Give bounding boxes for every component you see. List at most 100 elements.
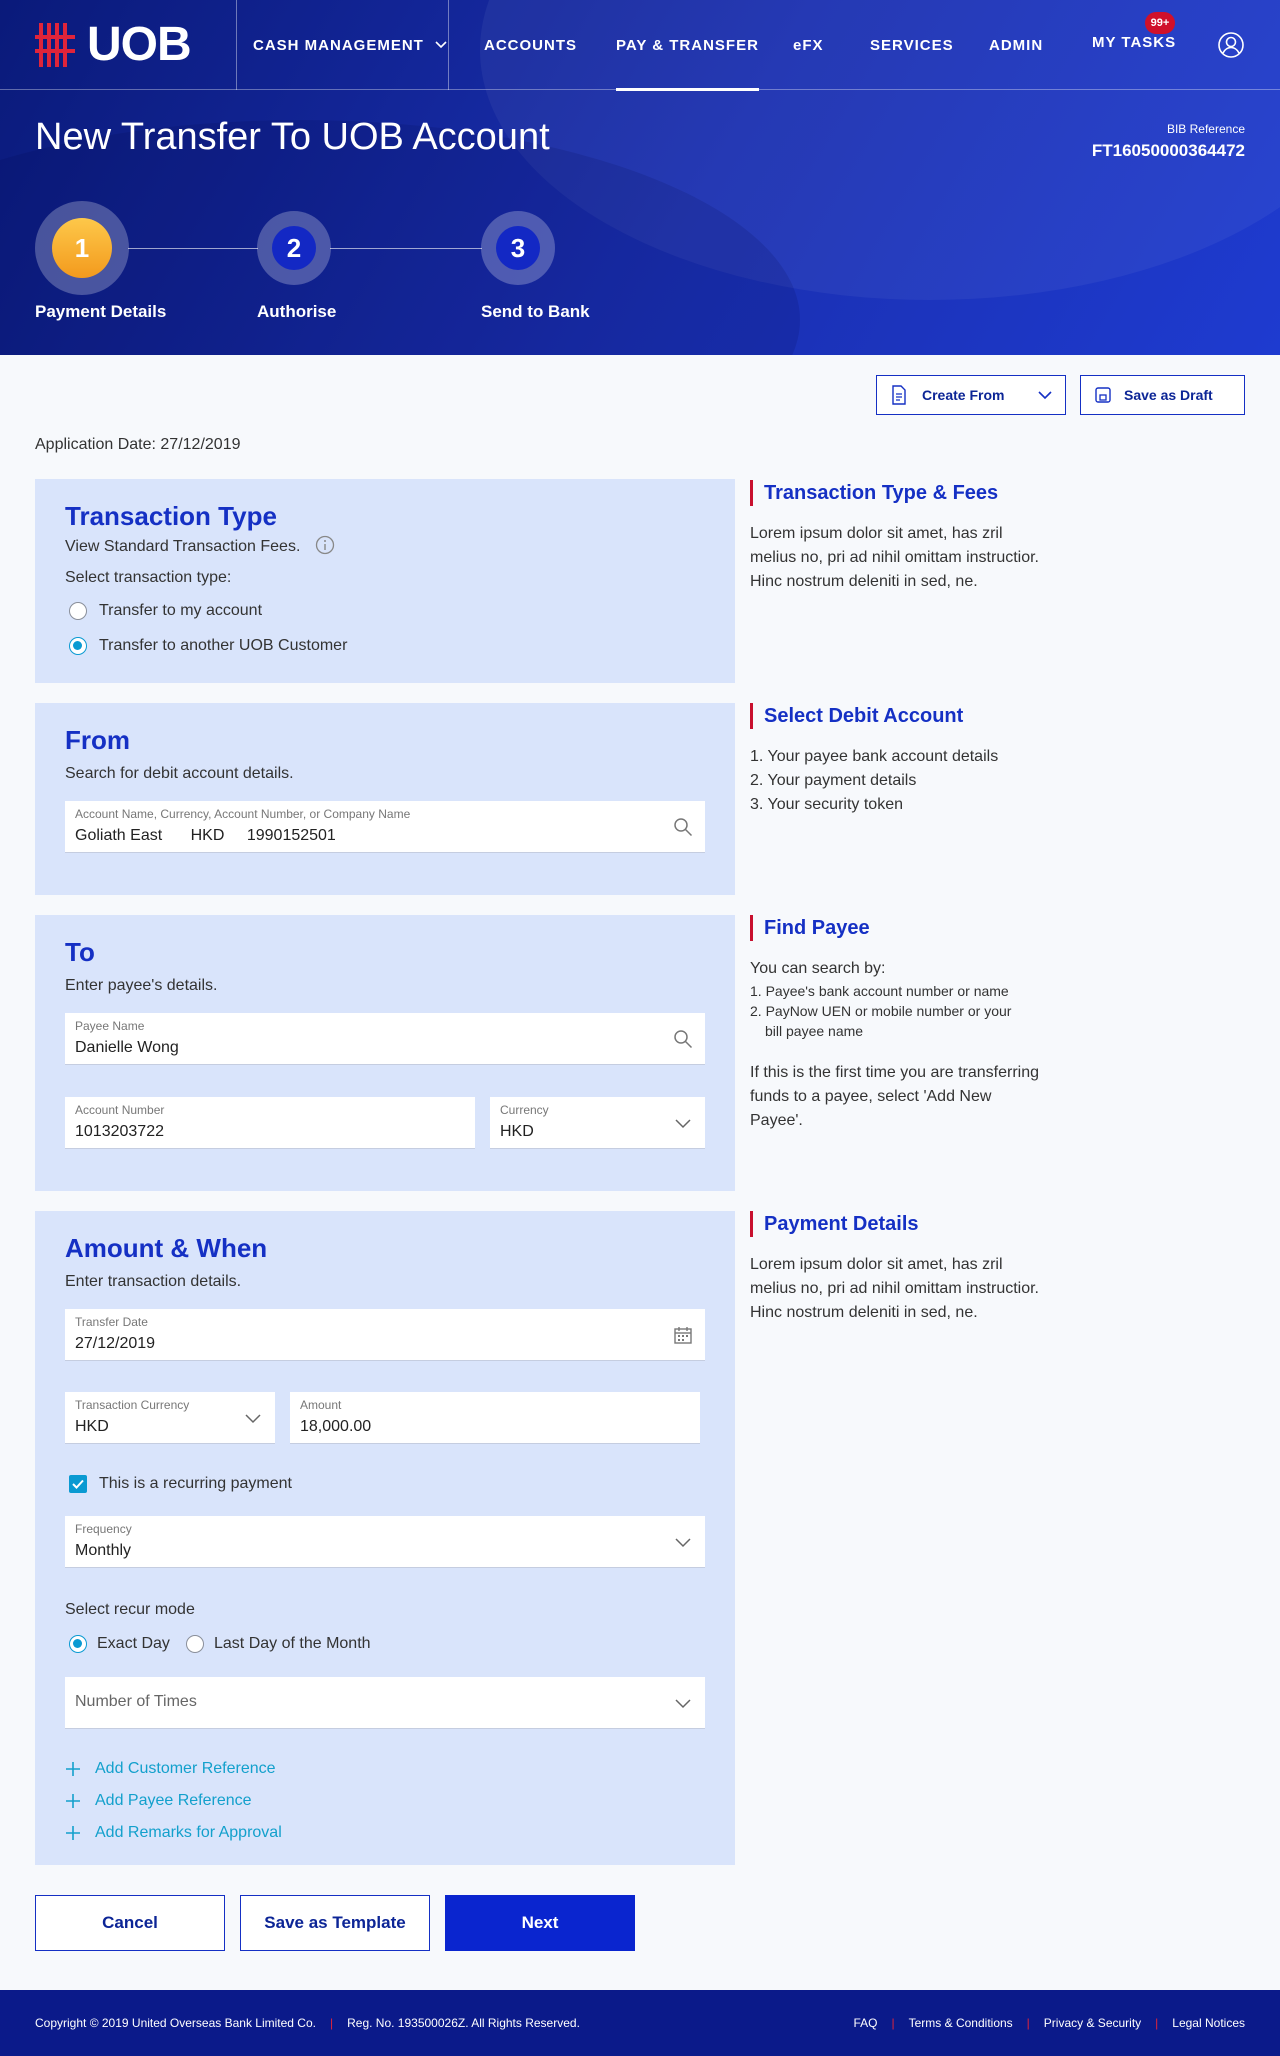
nav-divider	[448, 0, 449, 90]
nav-efx[interactable]: eFX	[793, 0, 824, 90]
step-2: 2	[257, 211, 331, 285]
bib-reference-value: FT16050000364472	[1091, 141, 1245, 160]
help-item: 3. Your security token	[750, 796, 903, 813]
search-icon[interactable]	[673, 1029, 693, 1049]
add-payee-reference-link[interactable]: Add Payee Reference	[65, 1792, 252, 1810]
footer-divider: |	[891, 2016, 895, 2030]
help-payment-details: Payment Details Lorem ipsum dolor sit am…	[750, 1211, 1040, 1325]
help-title: Payment Details	[750, 1211, 1040, 1237]
document-icon	[892, 385, 906, 405]
help-text: Lorem ipsum dolor sit amet, has zril mel…	[750, 1256, 1039, 1321]
amount-field[interactable]: Amount 18,000.00	[290, 1392, 700, 1444]
radio-label: Transfer to another UOB Customer	[99, 637, 348, 654]
radio-last-day[interactable]: Last Day of the Month	[186, 1635, 371, 1653]
debit-account-search[interactable]: Account Name, Currency, Account Number, …	[65, 801, 705, 853]
help-title: Find Payee	[750, 915, 1040, 941]
chevron-down-icon	[675, 1699, 691, 1709]
nav-cash-management[interactable]: CASH MANAGEMENT	[253, 0, 448, 90]
help-item: 1. Payee's bank account number or name	[750, 983, 1009, 999]
card-subtitle: Enter payee's details.	[65, 977, 218, 994]
amount-when-card: Amount & When Enter transaction details.…	[35, 1211, 735, 1865]
help-transaction-type: Transaction Type & Fees Lorem ipsum dolo…	[750, 480, 1040, 594]
from-card: From Search for debit account details. A…	[35, 703, 735, 895]
recur-mode-label: Select recur mode	[65, 1601, 195, 1618]
uob-logo[interactable]: UOB	[35, 18, 192, 71]
cancel-button[interactable]: Cancel	[35, 1895, 225, 1951]
footer-divider: |	[1155, 2016, 1159, 2030]
chevron-down-icon	[675, 1538, 691, 1548]
fees-label: View Standard Transaction Fees.	[65, 538, 301, 555]
nav-services[interactable]: SERVICES	[870, 0, 954, 90]
uob-logo-icon	[35, 23, 75, 67]
transfer-date-field[interactable]: Transfer Date 27/12/2019	[65, 1309, 705, 1361]
save-icon	[1095, 387, 1111, 403]
field-value: Danielle Wong	[75, 1039, 179, 1056]
help-item: bill payee name	[765, 1023, 864, 1039]
footer-reg: Reg. No. 193500026Z. All Rights Reserved…	[347, 2016, 580, 2030]
account-name: Goliath East	[75, 827, 163, 844]
number-of-times-select[interactable]: Number of Times	[65, 1677, 705, 1729]
transaction-currency-select[interactable]: Transaction Currency HKD	[65, 1392, 275, 1444]
save-draft-button[interactable]: Save as Draft	[1080, 375, 1245, 415]
frequency-select[interactable]: Frequency Monthly	[65, 1516, 705, 1568]
add-customer-reference-link[interactable]: Add Customer Reference	[65, 1760, 276, 1778]
save-template-button[interactable]: Save as Template	[240, 1895, 430, 1951]
footer-link-terms[interactable]: Terms & Conditions	[909, 2016, 1013, 2030]
field-value: HKD	[75, 1418, 109, 1435]
to-card: To Enter payee's details. Payee Name Dan…	[35, 915, 735, 1191]
radio-circle-selected	[69, 1635, 87, 1653]
search-icon[interactable]	[673, 817, 693, 837]
next-button[interactable]: Next	[445, 1895, 635, 1951]
plus-icon	[66, 1826, 80, 1840]
radio-label: Transfer to my account	[99, 602, 263, 619]
footer-link-faq[interactable]: FAQ	[853, 2016, 877, 2030]
nav-pay-transfer[interactable]: PAY & TRANSFER	[616, 0, 759, 91]
step-number: 2	[272, 226, 316, 270]
account-number-field[interactable]: Account Number 1013203722	[65, 1097, 475, 1149]
field-value: Goliath East HKD 1990152501	[75, 827, 336, 845]
recurring-checkbox[interactable]: This is a recurring payment	[69, 1475, 292, 1493]
save-draft-label: Save as Draft	[1124, 387, 1213, 403]
help-find-payee: Find Payee You can search by: 1. Payee's…	[750, 915, 1040, 1133]
help-title: Transaction Type & Fees	[750, 480, 1040, 506]
application-date: Application Date: 27/12/2019	[35, 436, 241, 453]
footer-divider: |	[329, 2016, 334, 2030]
nav-accounts[interactable]: ACCOUNTS	[484, 0, 577, 90]
account-number: 1990152501	[246, 827, 336, 844]
footer-link-legal[interactable]: Legal Notices	[1172, 2016, 1245, 2030]
step-number: 1	[52, 218, 112, 278]
field-label: Payee Name	[75, 1019, 145, 1033]
field-label: Transaction Currency	[75, 1398, 190, 1412]
step-1: 1	[35, 201, 129, 295]
brand-name: UOB	[87, 18, 192, 71]
account-currency: HKD	[190, 827, 225, 844]
footer-link-privacy[interactable]: Privacy & Security	[1044, 2016, 1141, 2030]
radio-transfer-my-account[interactable]: Transfer to my account	[69, 602, 262, 620]
field-value: HKD	[500, 1123, 534, 1140]
field-label: Account Name, Currency, Account Number, …	[75, 807, 411, 821]
help-debit-account: Select Debit Account 1. Your payee bank …	[750, 703, 1040, 817]
card-subtitle: Search for debit account details.	[65, 765, 294, 782]
help-item: 2. PayNow UEN or mobile number or your	[750, 1003, 1012, 1019]
radio-exact-day[interactable]: Exact Day	[69, 1635, 170, 1653]
add-remarks-link[interactable]: Add Remarks for Approval	[65, 1824, 282, 1842]
help-item: 1. Your payee bank account details	[750, 748, 999, 765]
field-label: Transfer Date	[75, 1315, 148, 1329]
footer-legal: Copyright © 2019 United Overseas Bank Li…	[35, 2016, 580, 2030]
radio-circle	[69, 602, 87, 620]
chevron-down-icon	[1038, 391, 1052, 400]
radio-circle-selected	[69, 637, 87, 655]
radio-transfer-another-customer[interactable]: Transfer to another UOB Customer	[69, 637, 347, 655]
calendar-icon[interactable]	[673, 1325, 693, 1345]
user-profile-icon[interactable]	[1218, 32, 1244, 58]
help-note: If this is the first time you are transf…	[750, 1064, 1039, 1129]
tasks-badge: 99+	[1145, 12, 1175, 34]
link-label: Add Customer Reference	[95, 1760, 276, 1777]
bib-reference-label: BIB Reference	[1166, 122, 1245, 136]
chevron-down-icon	[675, 1119, 691, 1129]
info-icon[interactable]	[315, 535, 335, 555]
create-from-button[interactable]: Create From	[876, 375, 1066, 415]
currency-select[interactable]: Currency HKD	[490, 1097, 705, 1149]
payee-name-field[interactable]: Payee Name Danielle Wong	[65, 1013, 705, 1065]
nav-admin[interactable]: ADMIN	[989, 0, 1043, 90]
